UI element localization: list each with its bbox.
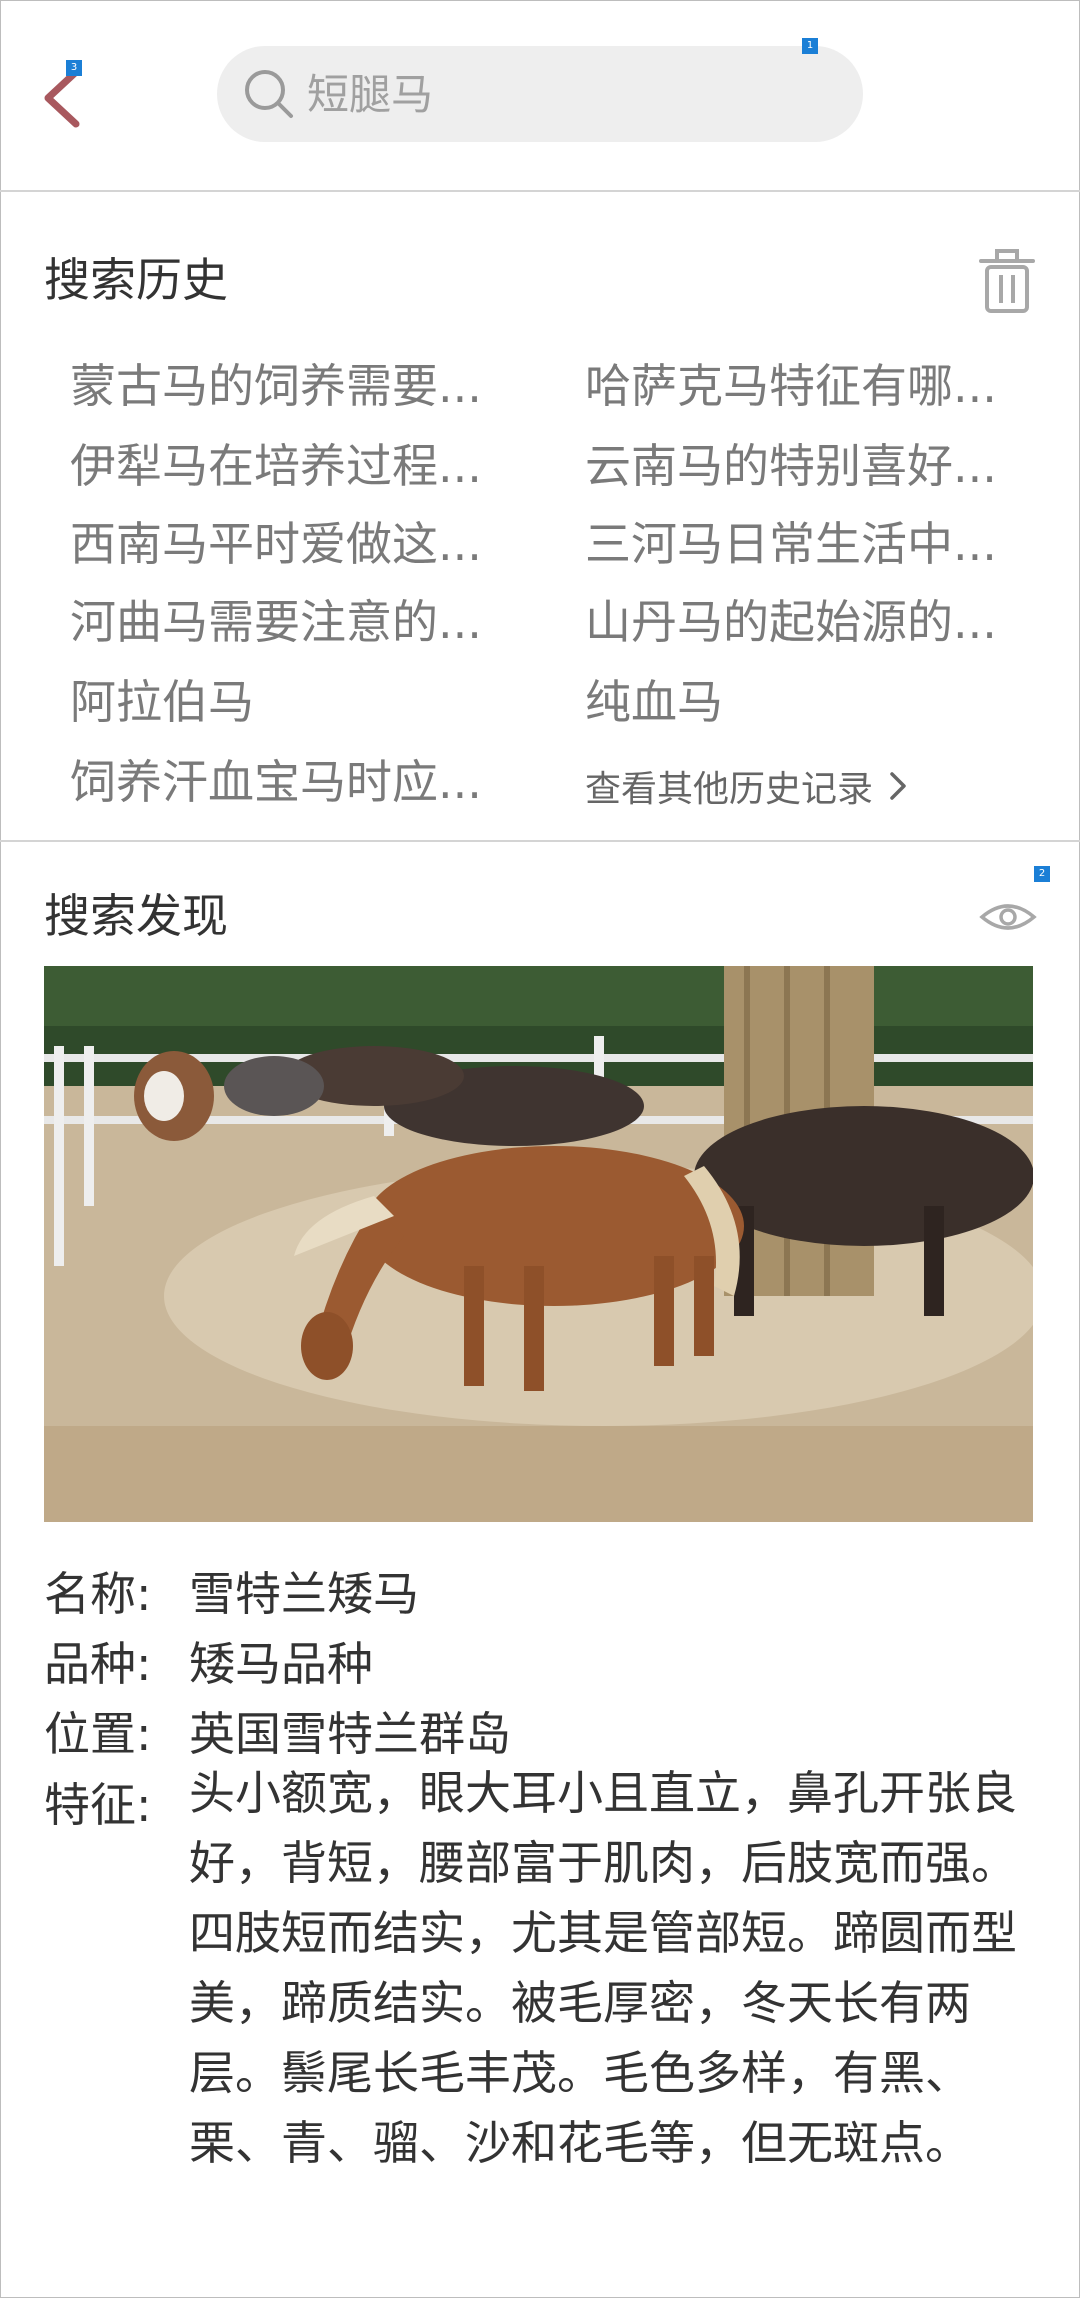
history-item[interactable]: 伊犁马在培养过程... [70,430,482,496]
search-icon [245,70,293,118]
accessibility-badge: 3 [66,60,82,76]
accessibility-badge: 1 [802,38,818,54]
history-item[interactable]: 西南马平时爱做这... [70,508,482,574]
feature-label: 特征: [44,1778,152,1832]
history-item[interactable]: 饲养汗血宝马时应... [70,746,482,812]
pony-photo[interactable] [44,966,1033,1522]
search-history-section: 搜索历史 蒙古马的饲养需要... 哈萨克马特征有哪... 伊犁马在培养过程...… [0,192,1080,842]
breed-label: 品种: [44,1637,152,1691]
back-button[interactable]: 3 [36,60,96,136]
more-history-link[interactable]: 查看其他历史记录 [585,760,909,812]
location-label: 位置: [44,1707,152,1761]
history-item[interactable]: 阿拉伯马 [70,666,254,732]
search-input[interactable] [305,68,829,120]
history-item[interactable]: 哈萨克马特征有哪... [585,350,997,416]
accessibility-badge: 2 [1034,866,1050,882]
history-item[interactable]: 三河马日常生活中... [585,508,997,574]
search-box[interactable] [217,46,863,142]
toggle-discover-button[interactable] [978,897,1038,937]
clear-history-button[interactable] [975,247,1039,315]
history-item[interactable]: 山丹马的起始源的... [585,586,997,652]
pony-image [44,966,1033,1522]
search-discover-section: 搜索发现 2 名称: 雪特兰矮马 品种: 矮马品种 位置: 英国雪特兰群岛 特征… [0,842,1080,2298]
breed-value: 矮马品种 [189,1637,373,1691]
history-title: 搜索历史 [44,253,228,307]
chevron-right-icon [890,772,906,800]
name-value: 雪特兰矮马 [189,1567,419,1621]
history-item[interactable]: 河曲马需要注意的... [70,586,482,652]
history-item[interactable]: 云南马的特别喜好... [585,430,997,496]
trash-icon [979,249,1035,313]
more-history-label: 查看其他历史记录 [585,769,874,810]
history-item[interactable]: 蒙古马的饲养需要... [70,350,482,416]
discover-title: 搜索发现 [44,889,228,943]
feature-value: 头小额宽，眼大耳小且直立，鼻孔开张良好，背短，腰部富于肌肉，后肢宽而强。四肢短而… [189,1766,1017,2170]
header-bar: 3 1 [0,0,1080,192]
history-item[interactable]: 纯血马 [585,666,723,732]
name-label: 名称: [44,1567,152,1621]
eye-icon [979,904,1037,930]
location-value: 英国雪特兰群岛 [189,1707,511,1761]
